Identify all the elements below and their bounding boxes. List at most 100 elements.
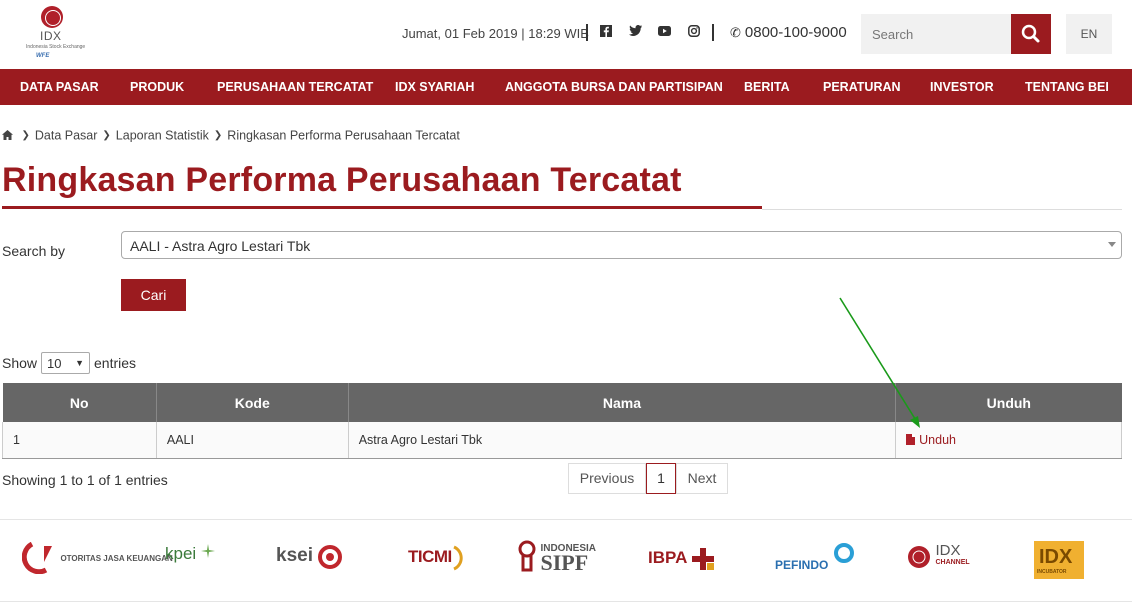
caret-down-icon: ▼ [75,358,84,368]
title-divider [762,209,1122,210]
phone-text: 0800-100-9000 [744,24,847,41]
nav-item-tentang-bei[interactable]: TENTANG BEI [1025,80,1109,94]
chevron-right-icon: ❯ [102,130,111,142]
next-button[interactable]: Next [676,463,728,494]
ibpa-cross-icon [691,548,714,570]
cell-kode: AALI [156,422,349,459]
nav-item-idx-syariah[interactable]: IDX SYARIAH [395,80,474,94]
sipf-keyhole-icon [518,540,536,572]
show-label: Show [2,355,38,371]
company-select[interactable]: AALI - Astra Agro Lestari Tbk [121,231,1122,259]
logo-text: IDX [40,29,62,43]
idx-globe-icon [908,546,930,568]
sipf-logo[interactable]: INDONESIA SIPF [518,540,596,580]
idx-logo[interactable]: IDX Indonesia Stock Exchange WFE [22,6,86,64]
title-underline [2,206,762,209]
breadcrumb-laporan-statistik[interactable]: Laporan Statistik [116,129,209,143]
breadcrumb-current: Ringkasan Performa Perusahaan Tercatat [227,128,460,143]
ibpa-logo[interactable]: IBPA [648,548,714,588]
facebook-icon[interactable] [599,25,613,39]
idx-globe-icon [41,6,63,28]
ksei-text: ksei [276,545,313,567]
page-title: Ringkasan Performa Perusahaan Tercatat [2,161,682,199]
phone-icon: ✆ [730,25,741,40]
breadcrumb: ❯ Data Pasar ❯ Laporan Statistik ❯ Ringkasan … [2,128,460,143]
ticmi-text: TICMI [408,547,452,567]
nav-item-anggota-bursa[interactable]: ANGGOTA BURSA DAN PARTISIPAN [505,80,723,94]
nav-item-produk[interactable]: PRODUK [130,80,184,94]
ksei-circle-icon [318,545,343,569]
nav-item-investor[interactable]: INVESTOR [930,80,994,94]
search-icon [1021,24,1040,43]
entries-select-value: 10 [47,356,62,371]
instagram-icon[interactable] [687,25,701,39]
ibpa-text: IBPA [648,548,688,568]
header-divider [586,24,588,41]
ticmi-arc-icon [453,545,463,571]
ticmi-logo[interactable]: TICMI [408,545,470,585]
column-header-kode[interactable]: Kode [156,383,349,422]
caret-down-icon [1108,242,1116,247]
ojk-icon [21,541,52,575]
main-nav: DATA PASAR PRODUK PERUSAHAAN TERCATAT ID… [0,69,1132,105]
chevron-right-icon: ❯ [213,130,223,142]
idx-incubator-logo[interactable]: IDX INCUBATOR [1034,541,1084,581]
search-input[interactable] [861,14,1011,54]
pdf-file-icon [906,433,916,445]
cari-button[interactable]: Cari [121,279,186,311]
entries-label: entries [94,355,137,371]
nav-item-peraturan[interactable]: PERATURAN [823,80,901,94]
unduh-label: Unduh [919,432,956,447]
chevron-right-icon: ❯ [21,130,30,142]
cell-nama: Astra Agro Lestari Tbk [348,422,897,459]
breadcrumb-data-pasar[interactable]: Data Pasar [35,129,98,143]
pefindo-text: PEFINDO [775,558,829,572]
table-row: 1 AALI Astra Agro Lestari Tbk Unduh [2,422,1122,459]
cell-unduh: Unduh [895,422,1122,459]
ojk-caption: OTORITAS JASA KEUANGAN [60,553,173,563]
table-info: Showing 1 to 1 of 1 entries [2,472,168,488]
nav-item-perusahaan-tercatat[interactable]: PERUSAHAAN TERCATAT [217,80,373,94]
header-datetime: Jumat, 01 Feb 2019 | 18:29 WIB [402,26,589,41]
idx-channel-logo[interactable]: IDX CHANNEL [907,542,970,585]
idx-channel-caption: CHANNEL [935,559,970,566]
results-table: No Kode Nama Unduh 1 AALI Astra Agro Les… [2,383,1122,459]
header-divider [712,24,714,41]
sipf-text: SIPF [540,550,589,575]
idx-channel-text: IDX [935,542,961,559]
ojk-logo[interactable]: OTORITAS JASA KEUANGAN [21,541,173,582]
search-button[interactable] [1011,14,1051,54]
pefindo-logo[interactable]: PEFINDO [775,542,855,582]
nav-item-data-pasar[interactable]: DATA PASAR [20,80,99,94]
column-header-unduh[interactable]: Unduh [895,383,1122,422]
pefindo-ring-icon [833,543,854,563]
idx-incubator-text: IDX [1039,546,1073,568]
kpei-text: kpei [165,544,197,563]
logo-member: WFE [36,53,50,59]
entries-select[interactable]: 10 ▼ [41,352,90,374]
footer-divider [0,601,1132,602]
phone-number[interactable]: ✆ 0800-100-9000 [730,24,847,41]
idx-incubator-badge: IDX INCUBATOR [1034,541,1084,579]
home-icon[interactable] [2,129,16,143]
column-header-nama[interactable]: Nama [348,383,897,422]
idx-incubator-caption: INCUBATOR [1037,569,1067,575]
column-header-no[interactable]: No [2,383,157,422]
kpei-star-icon [200,544,215,558]
language-button[interactable]: EN [1066,14,1112,54]
table-header-row: No Kode Nama Unduh [2,383,1122,422]
kpei-logo[interactable]: kpei [165,544,215,584]
youtube-icon[interactable] [657,25,671,39]
cell-no: 1 [2,422,157,459]
previous-button[interactable]: Previous [568,463,646,494]
page-1-button[interactable]: 1 [646,463,676,494]
ksei-logo[interactable]: ksei [276,544,343,584]
search-by-label: Search by [2,243,66,259]
unduh-link[interactable]: Unduh [906,433,956,447]
footer-divider [0,519,1132,520]
company-select-value: AALI - Astra Agro Lestari Tbk [130,238,311,254]
nav-item-berita[interactable]: BERITA [744,80,790,94]
twitter-icon[interactable] [628,25,642,39]
top-header: IDX Indonesia Stock Exchange WFE Jumat, … [0,0,1132,69]
logo-subtitle: Indonesia Stock Exchange [26,44,86,50]
